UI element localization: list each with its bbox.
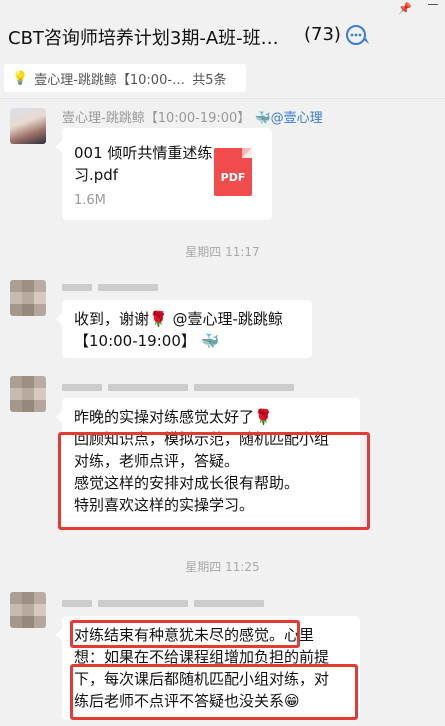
message-line: 对练，老师点评，答疑。 [74, 452, 240, 470]
text-message[interactable]: 对练结束有种意犹未尽的感觉。心里 想：如果在不给课程组增加负担的前提 下，每次课… [56, 616, 360, 720]
message-line: 下，每次课后都随机匹配小组对练，对 [74, 670, 330, 688]
whale-icon: 🐳 [200, 332, 220, 350]
sender-name: 壹心理-跳跳鲸【10:00-19:00】 🐳@壹心理 [62, 107, 323, 126]
pinned-text: 壹心理-跳跳鲸【10:00-… [34, 72, 186, 88]
sender-name [62, 596, 270, 611]
chat-title: CBT咨询师培养计划3期-A班-班… [8, 28, 279, 49]
chat-bubble-icon[interactable] [345, 24, 371, 46]
text-message[interactable]: 收到，谢谢🌹 @壹心理-跳跳鲸 【10:00-19:00】 🐳 [56, 300, 312, 358]
minimize-icon[interactable] [428, 4, 438, 5]
pinned-bulb-icon: 💡 [12, 70, 29, 86]
pin-icon[interactable]: 📌 [398, 2, 412, 15]
pdf-file-icon: PDF [214, 148, 252, 196]
message-line: 昨晚的实操对练感觉太好了🌹 [74, 408, 273, 426]
file-message[interactable]: 001 倾听共情重述练习.pdf 1.6M PDF [56, 128, 272, 220]
message-line: 【10:00-19:00】 🐳 [74, 332, 220, 350]
avatar[interactable] [10, 108, 46, 144]
message-line: 想：如果在不给课程组增加负担的前提 [74, 648, 330, 666]
pinned-message-bar[interactable]: 💡 壹心理-跳跳鲸【10:00-… 共5条 [4, 64, 246, 92]
avatar[interactable] [10, 592, 46, 628]
message-line: 回顾知识点，模拟示范，随机匹配小组 [74, 430, 330, 448]
message-line: 练后老师不点评不答疑也没关系😁 [74, 692, 300, 710]
message-line: 对练结束有种意犹未尽的感觉。心里 [74, 626, 315, 644]
message-line: 特别喜欢这样的实操学习。 [74, 496, 255, 514]
pinned-count: 共5条 [192, 72, 227, 88]
timestamp: 星期四 11:25 [185, 560, 260, 574]
file-name: 001 倾听共情重述练习.pdf [74, 144, 213, 184]
avatar[interactable] [10, 280, 46, 316]
sender-label: 壹心理-跳跳鲸【10:00-19:00】 [62, 111, 251, 126]
sender-tag: @壹心理 [270, 111, 323, 126]
sender-name [62, 280, 164, 295]
whale-icon: 🐳 [254, 111, 271, 126]
sender-name [62, 380, 300, 395]
message-line: 感觉这样的安排对成长很有帮助。 [74, 474, 300, 492]
title-bar: 📌 CBT咨询师培养计划3期-A班-班… (73) [0, 0, 445, 58]
timestamp: 星期四 11:17 [185, 245, 260, 259]
member-count[interactable]: (73) [304, 24, 341, 45]
text-message[interactable]: 昨晚的实操对练感觉太好了🌹 回顾知识点，模拟示范，随机匹配小组 对练，老师点评，… [56, 398, 360, 530]
avatar[interactable] [10, 376, 46, 412]
divider [0, 98, 445, 99]
message-line: 收到，谢谢🌹 @壹心理-跳跳鲸 [74, 310, 283, 328]
